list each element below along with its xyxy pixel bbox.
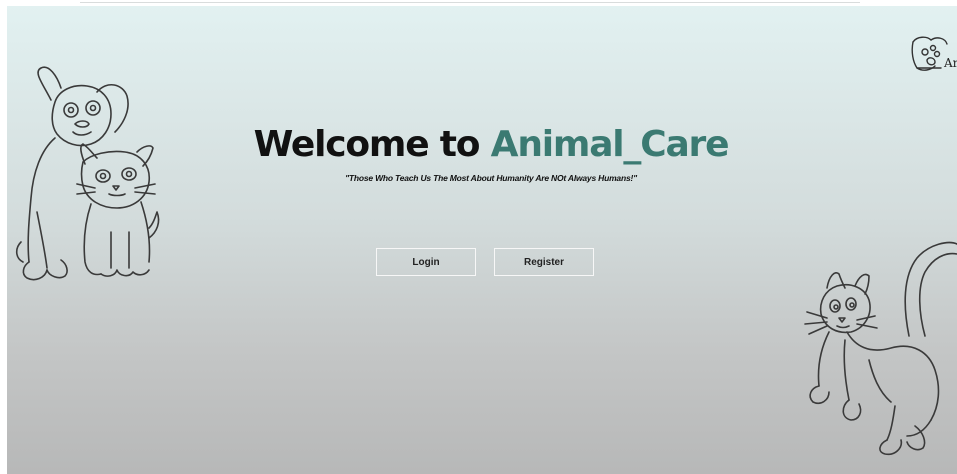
page-title: Welcome to Animal_Care [7, 124, 957, 165]
cat-illustration [804, 241, 957, 456]
login-button[interactable]: Login [376, 248, 476, 276]
top-divider [80, 2, 860, 3]
logo-text: Ar [944, 56, 957, 70]
title-prefix: Welcome to [253, 124, 491, 165]
register-button[interactable]: Register [494, 248, 594, 276]
title-brand: Animal_Care [490, 124, 730, 165]
landing-page: Ar Welcome to Animal_Care "Those Who Tea… [7, 6, 957, 474]
tagline: "Those Who Teach Us The Most About Human… [345, 173, 637, 183]
